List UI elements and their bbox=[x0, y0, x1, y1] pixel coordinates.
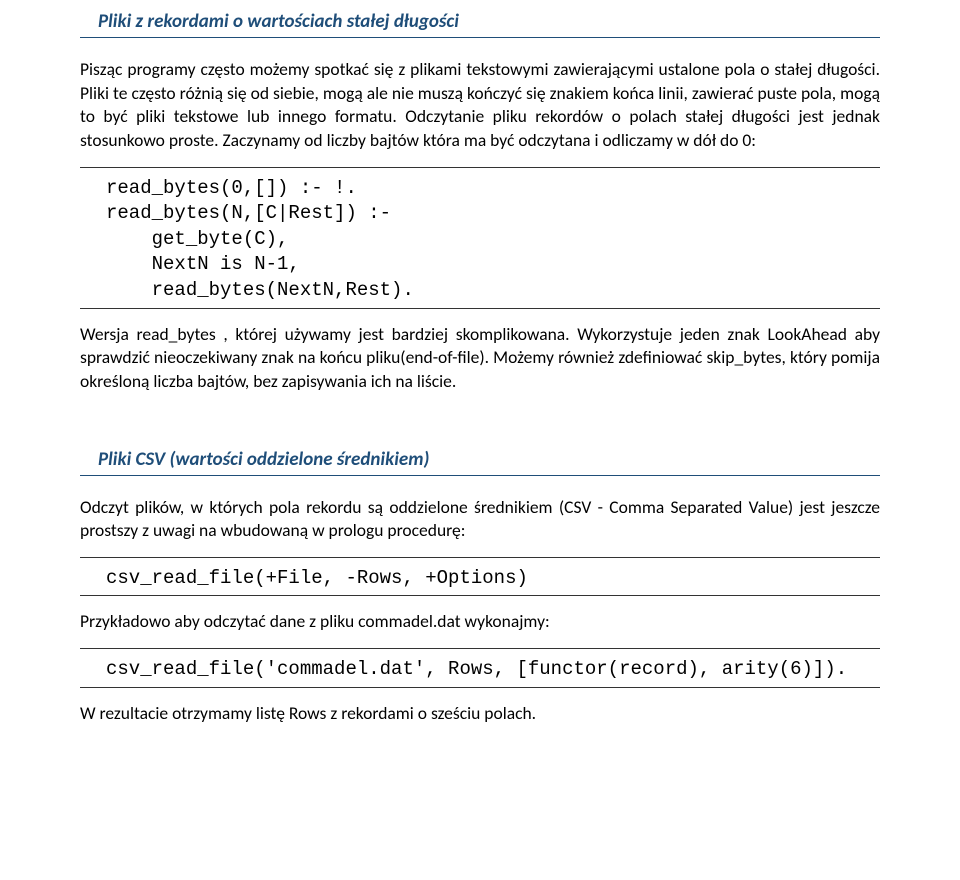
section2-para2: Przykładowo aby odczytać dane z pliku co… bbox=[80, 610, 880, 634]
code1-bottom-rule bbox=[80, 308, 880, 309]
section1-rule bbox=[80, 37, 880, 38]
code-block-1-wrap: read_bytes(0,[]) :- !. read_bytes(N,[C|R… bbox=[80, 167, 880, 309]
code3-top-rule bbox=[80, 648, 880, 649]
code3-bottom-rule bbox=[80, 687, 880, 688]
section2-heading-block: Pliki CSV (wartości oddzielone średnikie… bbox=[80, 448, 880, 476]
section1-para2: Wersja read_bytes , której używamy jest … bbox=[80, 323, 880, 394]
section2-rule bbox=[80, 475, 880, 476]
section1-heading-block: Pliki z rekordami o wartościach stałej d… bbox=[80, 10, 880, 38]
code2-bottom-rule bbox=[80, 595, 880, 596]
section1-title: Pliki z rekordami o wartościach stałej d… bbox=[98, 10, 880, 33]
section2-para3: W rezultacie otrzymamy listę Rows z reko… bbox=[80, 702, 880, 726]
section2-para1: Odczyt plików, w których pola rekordu są… bbox=[80, 496, 880, 543]
code2-top-rule bbox=[80, 557, 880, 558]
spacer bbox=[80, 408, 880, 438]
page: Pliki z rekordami o wartościach stałej d… bbox=[0, 10, 960, 779]
code-block-2: csv_read_file(+File, -Rows, +Options) bbox=[106, 566, 880, 592]
code1-top-rule bbox=[80, 167, 880, 168]
code-block-3: csv_read_file('commadel.dat', Rows, [fun… bbox=[106, 657, 880, 683]
section1-para1: Pisząc programy często możemy spotkać si… bbox=[80, 58, 880, 153]
code-block-3-wrap: csv_read_file('commadel.dat', Rows, [fun… bbox=[80, 648, 880, 688]
code-block-2-wrap: csv_read_file(+File, -Rows, +Options) bbox=[80, 557, 880, 597]
code-block-1: read_bytes(0,[]) :- !. read_bytes(N,[C|R… bbox=[106, 176, 880, 304]
section2-title: Pliki CSV (wartości oddzielone średnikie… bbox=[98, 448, 880, 471]
